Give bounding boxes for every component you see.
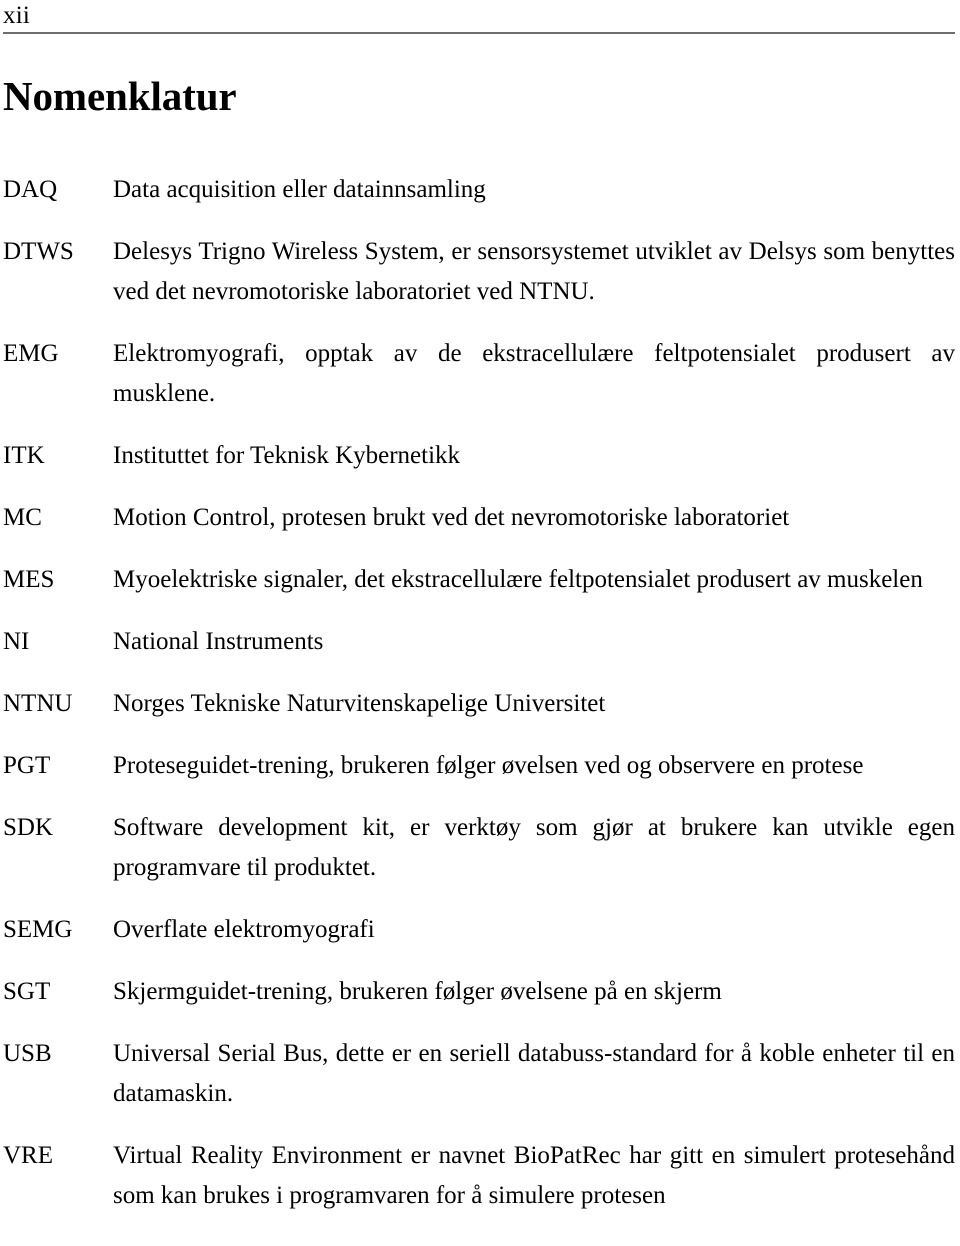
glossary-definition: Virtual Reality Environment er navnet Bi… xyxy=(113,1142,955,1209)
glossary-term: VRE xyxy=(3,1142,53,1169)
glossary-term: NTNU xyxy=(3,690,73,717)
glossary-definition: Myoelektriske signaler, det ekstracellul… xyxy=(113,566,923,593)
glossary-term: SEMG xyxy=(3,916,73,943)
glossary-definition: Motion Control, protesen brukt ved det n… xyxy=(113,504,790,531)
glossary-entry: MES Myoelektriske signaler, det ekstracel… xyxy=(3,560,955,600)
glossary-entry: NTNU Norges Tekniske Naturvitenskapelige … xyxy=(3,684,955,724)
page-number: xii xyxy=(3,2,30,29)
glossary-entry: NI National Instruments xyxy=(3,622,955,662)
page-title: Nomenklatur xyxy=(3,73,237,119)
glossary-term: USB xyxy=(3,1040,52,1067)
glossary-definition: National Instruments xyxy=(113,628,324,655)
glossary-definition: Skjermguidet-trening, brukeren følger øv… xyxy=(113,978,722,1005)
glossary-entry: EMG Elektromyografi, opptak av de ekstrac… xyxy=(3,334,955,414)
glossary-entry: DTWS Delesys Trigno Wireless System, er s… xyxy=(3,232,955,312)
glossary-definition: Instituttet for Teknisk Kybernetikk xyxy=(113,442,461,469)
glossary-definition: Overflate elektromyografi xyxy=(113,916,375,943)
glossary-term: DAQ xyxy=(3,176,58,203)
running-header: xii xyxy=(3,0,955,40)
glossary-term: MC xyxy=(3,504,42,531)
glossary-definition: Software development kit, er verktøy som… xyxy=(113,814,955,881)
glossary-entry: ITK Instituttet for Teknisk Kybernetikk xyxy=(3,436,955,476)
glossary-definition: Data acquisition eller datainnsamling xyxy=(113,176,486,203)
glossary-entry: USB Universal Serial Bus, dette er en ser… xyxy=(3,1034,955,1114)
glossary-term: SGT xyxy=(3,978,51,1005)
glossary-term: MES xyxy=(3,566,55,593)
glossary-definition: Delesys Trigno Wireless System, er senso… xyxy=(113,238,955,305)
glossary-definition: Norges Tekniske Naturvitenskapelige Univ… xyxy=(113,690,606,717)
document-page: xii Nomenklatur DAQ Data acquisition elle… xyxy=(0,0,960,1246)
glossary-term: ITK xyxy=(3,442,45,469)
glossary-entry: VRE Virtual Reality Environment er navnet… xyxy=(3,1136,955,1216)
glossary-entry: DAQ Data acquisition eller datainnsamling xyxy=(3,170,955,210)
glossary-term: NI xyxy=(3,628,30,655)
glossary-definition: Proteseguidet-trening, brukeren følger ø… xyxy=(113,752,864,779)
glossary-entry: SDK Software development kit, er verktøy … xyxy=(3,808,955,888)
header-rule xyxy=(3,32,955,34)
glossary-term: EMG xyxy=(3,340,59,367)
glossary-term: DTWS xyxy=(3,238,74,265)
nomenclature-list: DAQ Data acquisition eller datainnsamling… xyxy=(3,170,955,1216)
glossary-term: SDK xyxy=(3,814,54,841)
glossary-term: PGT xyxy=(3,752,51,779)
glossary-definition: Elektromyografi, opptak av de ekstracell… xyxy=(113,340,955,407)
glossary-definition: Universal Serial Bus, dette er en seriel… xyxy=(113,1040,955,1107)
glossary-entry: PGT Proteseguidet-trening, brukeren følge… xyxy=(3,746,955,786)
glossary-entry: SEMG Overflate elektromyografi xyxy=(3,910,955,950)
glossary-entry: SGT Skjermguidet-trening, brukeren følger… xyxy=(3,972,955,1012)
glossary-entry: MC Motion Control, protesen brukt ved det… xyxy=(3,498,955,538)
